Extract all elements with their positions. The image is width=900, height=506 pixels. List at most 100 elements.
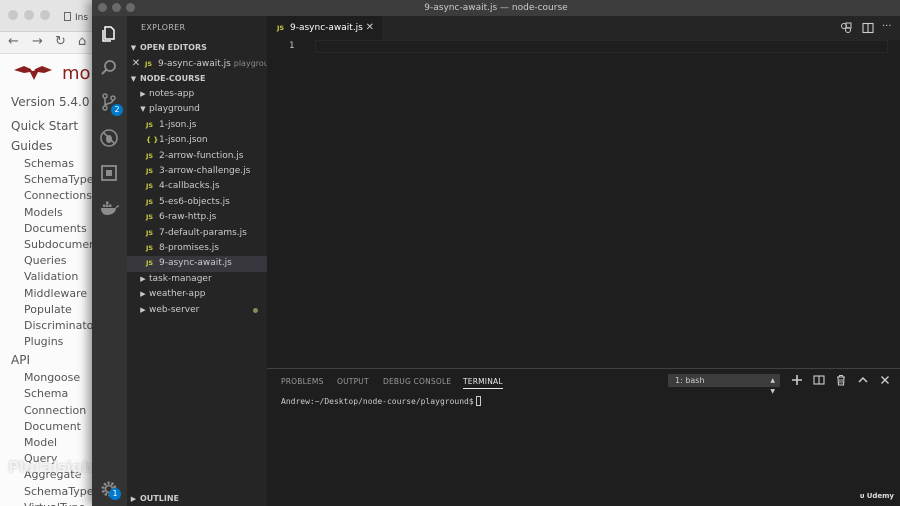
js-file-icon: JS xyxy=(146,167,154,175)
tree-folder[interactable]: ▶ weather-app xyxy=(127,287,267,302)
chevron-right-icon: ▶ xyxy=(140,274,146,283)
docs-nav-item[interactable]: Models xyxy=(0,205,92,221)
debug-icon[interactable] xyxy=(99,128,119,148)
minimize-dot[interactable] xyxy=(24,10,34,20)
chevron-down-icon: ▼ xyxy=(140,105,146,114)
tree-item-label: task-manager xyxy=(149,273,212,284)
back-icon[interactable]: ← xyxy=(8,34,19,49)
tree-file[interactable]: JS 3-arrow-challenge.js xyxy=(127,164,267,179)
tree-item-label: 9-async-await.js xyxy=(159,258,232,269)
scm-badge: 2 xyxy=(111,104,123,116)
trash-icon[interactable] xyxy=(835,374,847,386)
tab-terminal[interactable]: TERMINAL xyxy=(463,377,503,389)
docs-nav-item[interactable]: VirtualType xyxy=(0,500,92,506)
new-terminal-icon[interactable] xyxy=(791,374,803,386)
editor-tab[interactable]: JS 9-async-await.js ✕ xyxy=(267,16,382,40)
docs-nav-item[interactable]: Schemas xyxy=(0,156,92,172)
search-icon[interactable] xyxy=(99,58,119,78)
tab-output[interactable]: OUTPUT xyxy=(337,377,369,386)
tab-debug-console[interactable]: DEBUG CONSOLE xyxy=(383,377,451,386)
chevron-up-icon[interactable] xyxy=(857,374,869,386)
close-icon[interactable]: ✕ xyxy=(127,56,145,71)
docs-nav-item[interactable]: Populate xyxy=(0,302,92,318)
docs-nav-item[interactable]: Connections xyxy=(0,188,92,204)
docs-nav-item[interactable]: Middleware xyxy=(0,286,92,302)
close-button[interactable] xyxy=(98,3,107,12)
chevron-down-icon: ▼ xyxy=(130,44,137,52)
docs-nav-item[interactable]: SchemaType xyxy=(0,484,92,500)
docs-nav-item[interactable]: Connection xyxy=(0,403,92,419)
open-editors-header[interactable]: ▼ OPEN EDITORS xyxy=(127,40,267,55)
tree-file[interactable]: JS 5-es6-objects.js xyxy=(127,195,267,210)
reload-icon[interactable]: ↻ xyxy=(55,34,66,49)
open-changes-icon[interactable] xyxy=(840,22,852,34)
split-terminal-icon[interactable] xyxy=(813,374,825,386)
close-tab-icon[interactable]: ✕ xyxy=(366,16,374,40)
zoom-button[interactable] xyxy=(126,3,135,12)
terminal-select[interactable]: 1: bash ▲ ▼ xyxy=(668,374,780,395)
docs-nav-item[interactable]: Model xyxy=(0,435,92,451)
tree-item-label: 6-raw-http.js xyxy=(159,212,217,223)
minimize-button[interactable] xyxy=(112,3,121,12)
docs-nav-item[interactable]: Guides xyxy=(0,136,92,156)
tree-folder[interactable]: ▼ playground xyxy=(127,102,267,117)
window-titlebar: 9-async-await.js — node-course xyxy=(92,0,900,16)
close-panel-icon[interactable] xyxy=(879,374,891,386)
docs-nav: Quick Start Guides Schemas SchemaTypes Conne… xyxy=(0,116,92,506)
split-editor-icon[interactable] xyxy=(862,22,874,34)
js-file-icon: JS xyxy=(146,213,154,222)
browser-titlebar: Ins xyxy=(0,0,92,32)
tree-file[interactable]: { }1-json.json xyxy=(127,133,267,148)
tree-file[interactable]: JS 6-raw-http.js xyxy=(127,210,267,225)
docs-nav-item[interactable]: Plugins xyxy=(0,334,92,350)
outline-header[interactable]: ▶ OUTLINE xyxy=(127,491,267,506)
bottom-panel: PROBLEMS OUTPUT DEBUG CONSOLE TERMINAL 1… xyxy=(267,368,900,506)
zoom-dot[interactable] xyxy=(40,10,50,20)
docs-nav-item[interactable]: Schema xyxy=(0,386,92,402)
tree-item-label: 1-json.js xyxy=(159,119,197,130)
close-dot[interactable] xyxy=(8,10,18,20)
tree-folder[interactable]: ▶ task-manager xyxy=(127,272,267,287)
tree-file[interactable]: JS 8-promises.js xyxy=(127,241,267,256)
docs-nav-item[interactable]: Validation xyxy=(0,269,92,285)
docs-nav-item[interactable]: Document xyxy=(0,419,92,435)
docs-nav-item[interactable]: Mongoose xyxy=(0,370,92,386)
tree-item-label: 2-arrow-function.js xyxy=(159,150,244,161)
docs-nav-item[interactable]: Queries xyxy=(0,253,92,269)
files-icon[interactable] xyxy=(99,24,119,44)
docs-nav-item[interactable]: Discriminators xyxy=(0,318,92,334)
code-editor[interactable]: 1 xyxy=(267,40,900,368)
tab-problems[interactable]: PROBLEMS xyxy=(281,377,324,386)
tree-file[interactable]: JS 1-json.js xyxy=(127,118,267,133)
docs-nav-item[interactable]: SchemaTypes xyxy=(0,172,92,188)
modified-dot xyxy=(253,307,258,313)
node-course-header[interactable]: ▼ NODE-COURSE xyxy=(127,71,267,86)
tree-item-label: 5-es6-objects.js xyxy=(159,196,230,207)
extensions-icon[interactable] xyxy=(99,163,119,183)
home-icon[interactable]: ⌂ xyxy=(78,34,86,49)
docs-nav-item[interactable]: Quick Start xyxy=(0,116,92,136)
tree-file[interactable]: JS 4-callbacks.js xyxy=(127,179,267,194)
tree-file[interactable]: JS 9-async-await.js xyxy=(127,256,267,272)
tree-item-label: 3-arrow-challenge.js xyxy=(159,166,251,176)
forward-icon[interactable]: → xyxy=(32,34,43,49)
docs-nav-item[interactable]: Subdocuments xyxy=(0,237,92,253)
tree-folder[interactable]: ▶ web-server xyxy=(127,303,267,318)
more-actions-icon[interactable]: ··· xyxy=(882,22,894,34)
js-file-icon: JS xyxy=(277,24,285,32)
open-editor-item[interactable]: ✕ JS 9-async-await.js playground xyxy=(127,56,279,71)
tree-file[interactable]: JS 2-arrow-function.js xyxy=(127,149,267,164)
tree-file[interactable]: JS 7-default-params.js xyxy=(127,226,267,241)
activity-bar: 2 1 xyxy=(92,16,127,506)
tree-folder[interactable]: ▶ notes-app xyxy=(127,87,267,102)
editor-tabs-bar: JS 9-async-await.js ✕ ··· xyxy=(267,16,900,40)
js-file-icon: JS xyxy=(146,228,154,237)
terminal-output[interactable]: Andrew:~/Desktop/node-course/playground$ xyxy=(281,396,481,406)
docs-nav-item[interactable]: Documents xyxy=(0,221,92,237)
chevron-right-icon: ▶ xyxy=(140,290,146,299)
js-file-icon: JS xyxy=(146,244,154,252)
browser-tab[interactable]: Ins xyxy=(64,12,88,23)
docs-nav-item[interactable]: API xyxy=(0,350,92,370)
docker-icon[interactable] xyxy=(99,198,119,218)
chevron-down-icon: ▼ xyxy=(130,75,137,83)
